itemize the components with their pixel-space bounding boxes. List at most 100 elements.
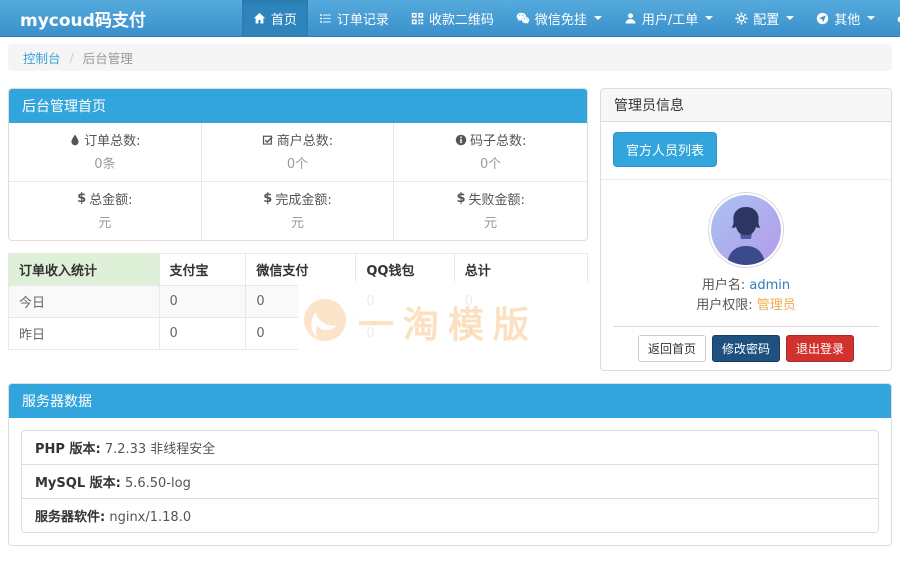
info-circle-icon: [455, 134, 467, 146]
check-square-icon: [262, 134, 274, 146]
income-table: 订单收入统计 支付宝 微信支付 QQ钱包 总计 今日 0 0 0: [8, 253, 588, 350]
nav-item-orders[interactable]: 订单记录: [308, 0, 400, 36]
dashboard-panel-title: 后台管理首页: [9, 89, 587, 123]
wechat-icon: [516, 11, 530, 25]
cell-wechat: 0: [246, 286, 356, 318]
username-label: 用户名:: [702, 278, 745, 293]
stat-order-total: 订单总数: 0条: [9, 123, 202, 182]
dollar-icon: $: [77, 191, 86, 206]
stat-label: 码子总数:: [470, 130, 526, 149]
stat-value: 元: [13, 212, 197, 231]
main-content: 后台管理首页 订单总数: 0条 商户总数:: [0, 71, 900, 546]
nav-item-label: 用户/工单: [642, 9, 698, 28]
username-line: 用户名: admin: [613, 276, 879, 296]
cell-wechat: 0: [246, 318, 356, 350]
avatar: [708, 192, 784, 268]
stat-label: 商户总数:: [277, 130, 333, 149]
list-icon: [319, 12, 332, 25]
stat-value: 0个: [206, 153, 390, 172]
stat-label: 完成金额:: [275, 189, 331, 208]
stat-value: 元: [206, 212, 390, 231]
admin-panel-title: 管理员信息: [601, 89, 891, 122]
list-item-php: PHP 版本: 7.2.33 非线程安全: [21, 430, 879, 465]
income-table-wrap: 订单收入统计 支付宝 微信支付 QQ钱包 总计 今日 0 0 0: [8, 253, 588, 350]
divider: [601, 179, 891, 180]
caret-down-icon: [786, 16, 794, 20]
nav-item-users[interactable]: 用户/工单: [613, 0, 724, 36]
right-column: 管理员信息 官方人员列表: [600, 88, 892, 371]
user-icon: [624, 12, 637, 25]
nav-item-other[interactable]: 其他: [805, 0, 886, 36]
stats-grid: 订单总数: 0条 商户总数: 0个 码子: [9, 123, 587, 240]
stat-complete-amount: $ 完成金额: 元: [202, 182, 395, 240]
nav-item-label: 订单记录: [337, 9, 389, 28]
qrcode-icon: [411, 12, 424, 25]
nav-item-wechat[interactable]: 微信免挂: [505, 0, 613, 36]
staff-list-button[interactable]: 官方人员列表: [613, 132, 717, 167]
role-label: 用户权限:: [696, 298, 752, 313]
cell-qq: 0: [356, 286, 454, 318]
nav-item-label: 收款二维码: [429, 9, 494, 28]
breadcrumb-current: 后台管理: [83, 48, 133, 67]
stat-merchant-total: 商户总数: 0个: [202, 123, 395, 182]
row-label: 昨日: [9, 318, 160, 350]
income-header-total: 总计: [454, 254, 587, 286]
nav-item-config[interactable]: 配置: [724, 0, 805, 36]
gear-icon: [735, 12, 748, 25]
username-link[interactable]: admin: [749, 278, 790, 293]
change-password-button[interactable]: 修改密码: [712, 335, 780, 362]
nav-item-label: 微信免挂: [535, 9, 587, 28]
home-icon: [253, 12, 266, 25]
back-home-button[interactable]: 返回首页: [638, 335, 706, 362]
stat-label: 失败金额:: [468, 189, 524, 208]
income-header-qq: QQ钱包: [356, 254, 454, 286]
server-panel-title: 服务器数据: [9, 384, 891, 418]
stat-label: 订单总数:: [84, 130, 140, 149]
admin-footer: 返回首页 修改密码 退出登录: [613, 326, 879, 370]
logout-button[interactable]: 退出登录: [786, 335, 854, 362]
php-version-label: PHP 版本:: [35, 442, 101, 457]
caret-down-icon: [867, 16, 875, 20]
tint-icon: [69, 134, 81, 146]
caret-down-icon: [594, 16, 602, 20]
dollar-icon: $: [263, 191, 272, 206]
income-table-header-row: 订单收入统计 支付宝 微信支付 QQ钱包 总计: [9, 254, 588, 286]
server-software-label: 服务器软件:: [35, 510, 105, 525]
mysql-version-value: 5.6.50-log: [125, 476, 191, 491]
php-version-value: 7.2.33 非线程安全: [105, 442, 215, 457]
main-nav: 首页 订单记录 收款二维码 微信免挂 用户/工单 配置 其他: [242, 0, 900, 36]
nav-item-label: 首页: [271, 9, 297, 28]
left-column: 后台管理首页 订单总数: 0条 商户总数:: [8, 88, 588, 350]
income-header-title: 订单收入统计: [9, 254, 160, 286]
nav-item-label: 其他: [834, 9, 860, 28]
nav-item-home[interactable]: 首页: [242, 0, 308, 36]
stat-value: 0个: [398, 153, 583, 172]
server-software-value: nginx/1.18.0: [109, 510, 191, 525]
admin-info-panel: 管理员信息 官方人员列表: [600, 88, 892, 371]
income-header-alipay: 支付宝: [159, 254, 246, 286]
top-navbar: mycoud码支付 首页 订单记录 收款二维码 微信免挂 用户/工单 配置: [0, 0, 900, 37]
send-circle-icon: [816, 12, 829, 25]
nav-item-recommend[interactable]: 推荐/商城/更新: [886, 0, 900, 36]
dollar-icon: $: [456, 191, 465, 206]
cell-alipay: 0: [159, 318, 246, 350]
dashboard-panel: 后台管理首页 订单总数: 0条 商户总数:: [8, 88, 588, 241]
cell-total: 0: [454, 318, 587, 350]
row-label: 今日: [9, 286, 160, 318]
brand-title: mycoud码支付: [0, 0, 146, 36]
role-badge: 管理员: [757, 298, 796, 313]
cell-total: 0: [454, 286, 587, 318]
role-line: 用户权限: 管理员: [613, 296, 879, 316]
breadcrumb-separator: /: [70, 50, 74, 65]
stat-value: 元: [398, 212, 583, 231]
server-data-panel: 服务器数据 PHP 版本: 7.2.33 非线程安全 MySQL 版本: 5.6…: [8, 383, 892, 546]
cell-alipay: 0: [159, 286, 246, 318]
cell-qq: 0: [356, 318, 454, 350]
stat-label: 总金额:: [89, 189, 132, 208]
list-item-mysql: MySQL 版本: 5.6.50-log: [21, 464, 879, 499]
stat-total-amount: $ 总金额: 元: [9, 182, 202, 240]
breadcrumb-home-link[interactable]: 控制台: [23, 48, 61, 67]
nav-item-qrcode[interactable]: 收款二维码: [400, 0, 505, 36]
income-header-wechat: 微信支付: [246, 254, 356, 286]
stat-failed-amount: $ 失败金额: 元: [394, 182, 587, 240]
